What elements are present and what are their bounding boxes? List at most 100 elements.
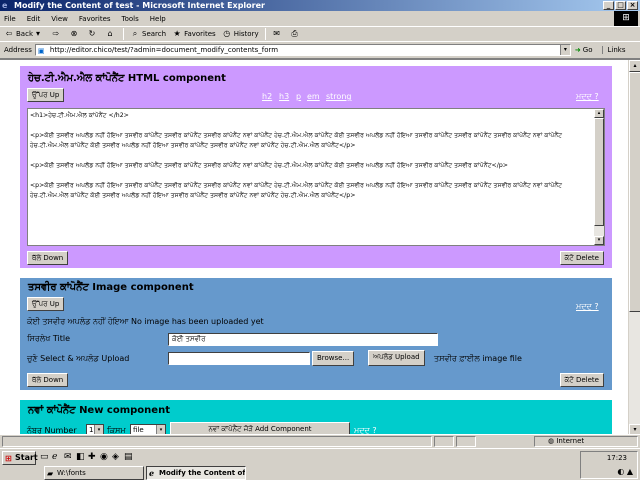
image-component-title: ਤਸਵੀਰ ਕਾਂਪੋਨੈਂਟ Image component	[28, 282, 194, 293]
image-title-label: ਸਿਰਲੇਖ Title	[27, 334, 71, 343]
links-button[interactable]: Links	[602, 45, 625, 54]
status-bar: ◍ Internet	[0, 434, 640, 448]
scroll-up-icon[interactable]: ▴	[594, 109, 604, 118]
zone-label: ◍ Internet	[548, 437, 585, 445]
address-bar: Address ▣ http://editor.chico/test/?admi…	[0, 42, 640, 57]
close-button[interactable]: ×	[627, 1, 638, 10]
scroll-thumb[interactable]	[629, 72, 640, 312]
add-component-button[interactable]: ਨਵਾਂ ਕਾਂਪੋਨੈਂਟ ਜੋੜੋ Add Component	[170, 422, 350, 434]
stop-button[interactable]: ⊗	[69, 29, 81, 39]
image-title-input[interactable]: ਕੋਈ ਤਸਵੀਰ	[168, 333, 438, 346]
type-select[interactable]: file ▾	[130, 424, 166, 434]
address-dropdown-icon[interactable]: ▾	[559, 44, 570, 55]
app-icon[interactable]: ◈	[112, 452, 119, 462]
windows-flag-icon: ⊞	[5, 454, 12, 463]
go-button[interactable]: ➜ Go	[575, 46, 593, 54]
history-button[interactable]: ◷ History	[222, 29, 258, 39]
menu-favorites[interactable]: Favorites	[79, 15, 111, 23]
mail-button[interactable]: ✉	[272, 29, 284, 39]
windows-logo-icon: ⊞	[614, 11, 638, 26]
home-icon: ⌂	[107, 29, 113, 38]
file-hint: ਤਸਵੀਰ ਫ਼ਾਈਲ image file	[434, 354, 522, 363]
refresh-button[interactable]: ↻	[87, 29, 99, 39]
dropdown-icon: ▾	[35, 29, 40, 38]
ie-icon: ℯ	[149, 469, 155, 478]
page-scrollbar[interactable]: ▴ ▾	[628, 60, 640, 434]
tag-link-p[interactable]: p	[296, 92, 301, 101]
app-icon[interactable]: ◧	[76, 452, 85, 462]
image-down-button[interactable]: ਥੱਲੇ Down	[27, 373, 69, 387]
globe-icon: ◍	[548, 437, 555, 445]
favorites-icon: ★	[173, 29, 181, 38]
show-desktop-icon[interactable]: ▭	[40, 452, 49, 462]
file-path-input[interactable]	[168, 352, 310, 365]
scroll-down-icon[interactable]: ▾	[594, 236, 604, 245]
menu-file[interactable]: File	[4, 15, 16, 23]
scroll-thumb[interactable]	[594, 118, 604, 226]
task-fonts-folder[interactable]: ▰ W:\fonts	[44, 466, 144, 480]
browse-button[interactable]: Browse...	[312, 351, 355, 366]
html-content-text: <h1>ਹੇਚ.ਟੀ.ਐਮ.ਐਲ ਕਾਂਪੋਨੈਂਟ </h2> <p>ਕੋਈ …	[30, 112, 563, 199]
back-arrow-icon: ⇦	[5, 29, 13, 38]
clock[interactable]: 17:23	[607, 454, 627, 462]
address-input[interactable]: ▣ http://editor.chico/test/?admin=docume…	[34, 43, 571, 56]
status-text-cell	[2, 436, 432, 447]
tag-link-h3[interactable]: h3	[279, 92, 289, 101]
scroll-up-icon[interactable]: ▴	[629, 60, 640, 72]
status-cell	[456, 436, 476, 447]
html-content-textarea[interactable]: <h1>ਹੇਚ.ਟੀ.ਐਮ.ਐਲ ਕਾਂਪੋਨੈਂਟ </h2> <p>ਕੋਈ …	[27, 108, 605, 246]
app-icon[interactable]: ▤	[124, 452, 133, 462]
title-bar: e Modify the Content of test - Microsoft…	[0, 0, 640, 11]
menu-bar: File Edit View Favorites Tools Help ⊞	[0, 11, 640, 27]
maximize-button[interactable]: □	[615, 1, 626, 10]
back-button[interactable]: ⇦ Back ▾	[4, 29, 45, 39]
search-icon: ⌕	[132, 29, 138, 38]
image-delete-button[interactable]: ਕੱਟੋ Delete	[559, 373, 604, 387]
menu-view[interactable]: View	[51, 15, 68, 23]
menu-help[interactable]: Help	[150, 15, 166, 23]
app-icon[interactable]: ✚	[88, 452, 96, 462]
chevron-down-icon: ▾	[94, 425, 103, 434]
history-icon: ◷	[223, 29, 231, 38]
image-up-button[interactable]: ਉੱਪਰ Up	[27, 297, 65, 311]
menu-edit[interactable]: Edit	[27, 15, 41, 23]
new-help-link[interactable]: ਮਦਦ ?	[354, 426, 377, 434]
toolbar-separator	[123, 28, 124, 40]
number-select[interactable]: 1 ▾	[86, 424, 104, 434]
minimize-button[interactable]: _	[603, 1, 614, 10]
forward-button[interactable]: ⇨	[51, 29, 63, 39]
tag-link-strong[interactable]: strong	[326, 92, 351, 101]
toolbar: ⇦ Back ▾ ⇨ ⊗ ↻ ⌂ ⌕ Search ★ Favorites ◷ …	[0, 27, 640, 42]
tray-icons[interactable]: ◐ ▲	[617, 467, 633, 476]
start-button[interactable]: ⊞ Start	[2, 451, 38, 465]
app-icon[interactable]: ◉	[100, 452, 108, 462]
image-help-link[interactable]: ਮਦਦ ?	[576, 302, 599, 312]
no-image-message: ਕੋਈ ਤਸਵੀਰ ਅਪਲੋਡ ਨਹੀਂ ਹੋਇਆ No image has b…	[27, 317, 264, 326]
stop-icon: ⊗	[70, 29, 78, 38]
menu-tools[interactable]: Tools	[122, 15, 139, 23]
html-delete-button[interactable]: ਕੱਟੋ Delete	[559, 251, 604, 265]
ie-quicklaunch-icon[interactable]: ℯ	[52, 452, 57, 462]
home-button[interactable]: ⌂	[105, 29, 117, 39]
chevron-down-icon: ▾	[156, 425, 165, 434]
task-ie-window[interactable]: ℯ Modify the Content of ...	[146, 466, 246, 480]
html-down-button[interactable]: ਥੱਲੇ Down	[27, 251, 69, 265]
go-arrow-icon: ➜	[574, 45, 581, 54]
textarea-scrollbar[interactable]: ▴ ▾	[594, 109, 604, 245]
html-component-panel: ਹੇਚ.ਟੀ.ਐਮ.ਐਲ ਕਾਂਪੋਨੈਂਟ HTML component ਉੱ…	[20, 66, 612, 268]
upload-button[interactable]: ਅਪਲੋਡ Upload	[368, 350, 425, 366]
scroll-down-icon[interactable]: ▾	[629, 424, 640, 434]
print-button[interactable]: ⎙	[290, 29, 302, 39]
system-tray: 17:23 ◐ ▲	[580, 451, 638, 479]
outlook-icon[interactable]: ✉	[64, 452, 72, 462]
forward-arrow-icon: ⇨	[52, 29, 60, 38]
toolbar-separator	[264, 28, 266, 40]
search-button[interactable]: ⌕ Search	[130, 29, 166, 39]
html-up-button[interactable]: ਉੱਪਰ Up	[27, 88, 65, 102]
number-label: ਨੰਬਰ Number	[27, 426, 77, 434]
tag-link-h2[interactable]: h2	[262, 92, 272, 101]
html-help-link[interactable]: ਮਦਦ ?	[576, 92, 599, 102]
tag-link-em[interactable]: em	[307, 92, 320, 101]
favorites-button[interactable]: ★ Favorites	[172, 29, 215, 39]
page-viewport: ਹੇਚ.ਟੀ.ਐਮ.ਐਲ ਕਾਂਪੋਨੈਂਟ HTML component ਉੱ…	[0, 58, 640, 434]
